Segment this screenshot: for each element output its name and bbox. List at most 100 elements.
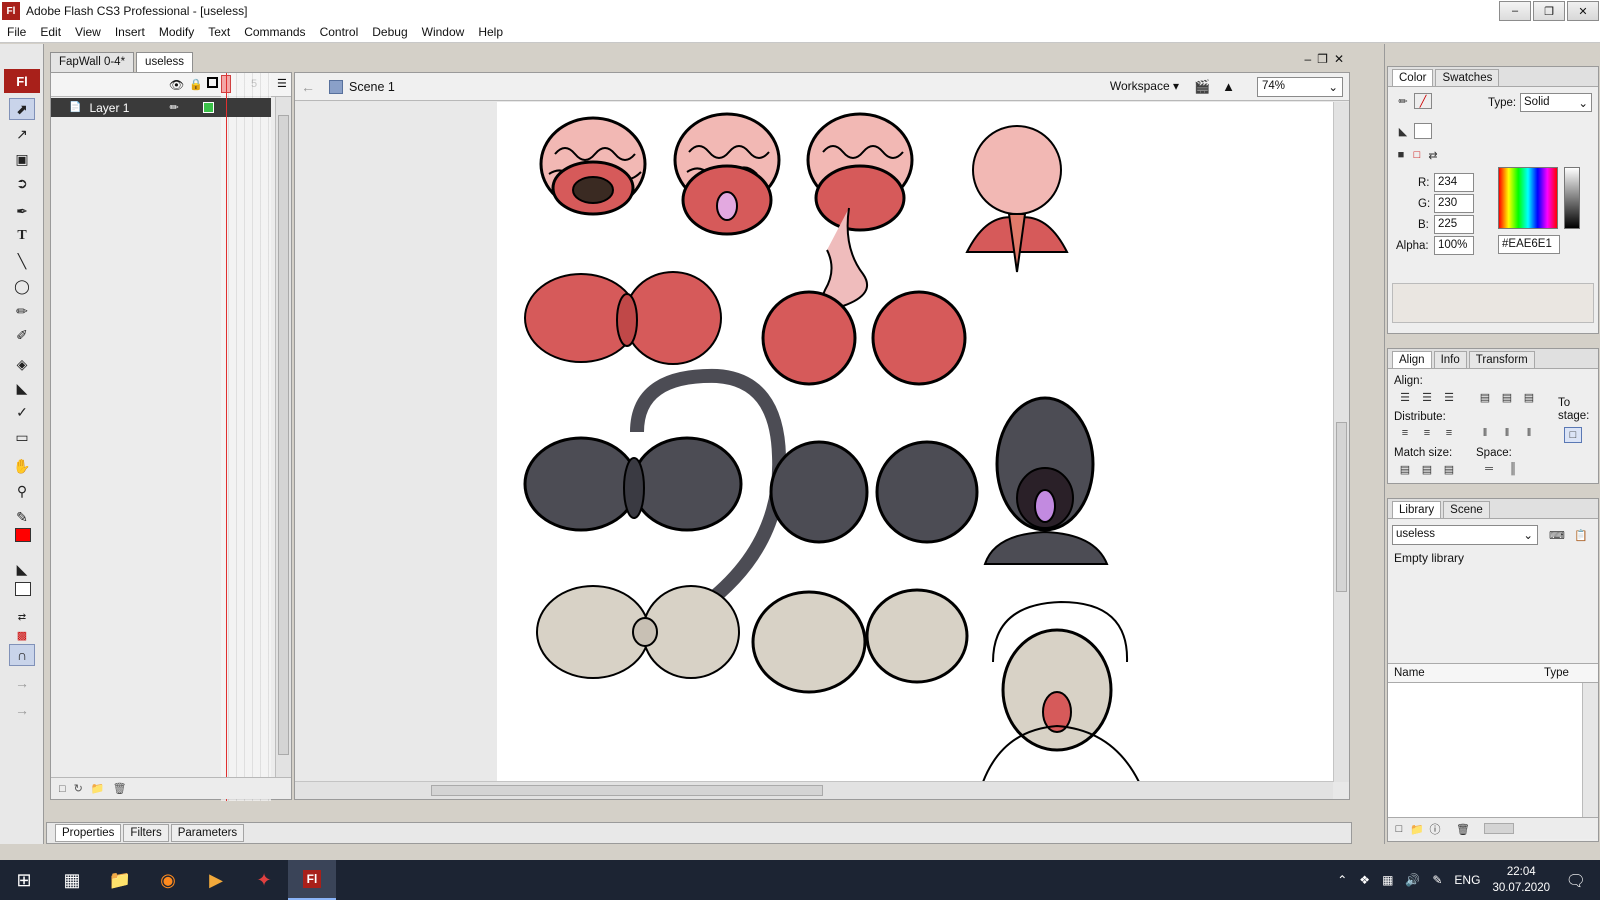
workspace-menu[interactable]: Workspace ▾: [1110, 79, 1179, 93]
menu-modify[interactable]: Modify: [152, 22, 201, 43]
space-vertical-icon[interactable]: ═: [1480, 461, 1498, 477]
windows-start-icon[interactable]: ⊞: [0, 860, 48, 900]
doc-close-icon[interactable]: ✕: [1334, 52, 1344, 66]
zoom-tool-icon[interactable]: ⚲: [9, 480, 35, 502]
timeline-menu-icon[interactable]: ☰: [277, 77, 287, 90]
file-explorer-icon[interactable]: 📁: [96, 860, 144, 900]
tab-align[interactable]: Align: [1392, 351, 1432, 368]
stage-vscroll-thumb[interactable]: [1336, 422, 1347, 592]
oval-tool-icon[interactable]: ◯: [9, 275, 35, 297]
edit-symbol-icon[interactable]: ▲: [1222, 79, 1235, 95]
fill-swatch-icon[interactable]: [1414, 123, 1432, 139]
distribute-center-icon[interactable]: ‖: [1498, 425, 1516, 441]
layer-name[interactable]: Layer 1: [89, 101, 129, 115]
new-folder-icon[interactable]: 📁: [1408, 821, 1426, 837]
distribute-middle-icon[interactable]: ≡: [1418, 425, 1436, 441]
menu-edit[interactable]: Edit: [33, 22, 68, 43]
distribute-bottom-icon[interactable]: ≡: [1440, 425, 1458, 441]
hex-input[interactable]: #EAE6E1: [1498, 235, 1560, 254]
menu-commands[interactable]: Commands: [237, 22, 312, 43]
flash-app-icon[interactable]: Fl: [288, 860, 336, 900]
pen-tool-icon[interactable]: ✒: [9, 200, 35, 222]
tab-properties[interactable]: Properties: [55, 824, 122, 842]
brightness-slider[interactable]: [1564, 167, 1580, 229]
tab-filters[interactable]: Filters: [123, 824, 169, 842]
timeline-scrollbar[interactable]: [275, 97, 291, 777]
delete-layer-icon[interactable]: 🗑: [113, 782, 127, 795]
media-player-icon[interactable]: ▶: [192, 860, 240, 900]
fill-color-swatch[interactable]: [15, 528, 31, 542]
fill-bucket-icon[interactable]: ◣: [1394, 123, 1412, 139]
add-motion-guide-icon[interactable]: ↻: [74, 782, 83, 795]
timeline-frames[interactable]: [221, 73, 271, 801]
new-symbol-icon[interactable]: □: [1390, 821, 1408, 837]
tab-transform[interactable]: Transform: [1468, 351, 1535, 368]
hand-tool-icon[interactable]: ✋: [9, 455, 35, 477]
column-type[interactable]: Type: [1544, 667, 1569, 679]
stage-horizontal-scrollbar[interactable]: [295, 781, 1333, 799]
delete-icon[interactable]: 🗑: [1454, 821, 1472, 837]
snap-magnet-icon[interactable]: ∩: [9, 644, 35, 666]
menu-insert[interactable]: Insert: [108, 22, 152, 43]
distribute-left-icon[interactable]: ‖: [1476, 425, 1494, 441]
align-bottom-icon[interactable]: ▤: [1520, 389, 1538, 405]
pin-library-icon[interactable]: ⌨: [1548, 527, 1566, 543]
clock[interactable]: 22:04 30.07.2020: [1492, 864, 1550, 896]
insert-layer-icon[interactable]: □: [59, 783, 66, 795]
doc-tab-fapwall[interactable]: FapWall 0-4*: [50, 52, 135, 72]
scene-label[interactable]: Scene 1: [349, 80, 395, 94]
new-library-icon[interactable]: 📋: [1572, 527, 1590, 543]
pencil-tool-icon[interactable]: ✏: [9, 300, 35, 322]
library-document-select[interactable]: useless ⌄: [1392, 525, 1538, 545]
space-horizontal-icon[interactable]: ║: [1504, 461, 1522, 477]
align-right-icon[interactable]: ☰: [1440, 389, 1458, 405]
lasso-tool-icon[interactable]: ➲: [9, 172, 35, 194]
insert-folder-icon[interactable]: 📁: [91, 782, 105, 795]
stage-hscroll-thumb[interactable]: [431, 785, 823, 796]
align-left-icon[interactable]: ☰: [1396, 389, 1414, 405]
doc-minimize-icon[interactable]: –: [1304, 52, 1311, 66]
text-tool-icon[interactable]: T: [9, 225, 35, 247]
swap-colors-icon[interactable]: ⇄: [1424, 147, 1442, 163]
match-width-icon[interactable]: ▤: [1396, 461, 1414, 477]
outline-icon[interactable]: [207, 77, 218, 88]
menu-text[interactable]: Text: [201, 22, 237, 43]
canvas[interactable]: [295, 102, 1333, 782]
eraser-tool-icon[interactable]: ▭: [9, 426, 35, 448]
bucket-color-icon[interactable]: ◣: [9, 558, 35, 580]
lock-icon[interactable]: 🔒: [189, 78, 203, 91]
smooth-icon[interactable]: →: [9, 672, 35, 694]
distribute-right-icon[interactable]: ‖: [1520, 425, 1538, 441]
subselection-tool-icon[interactable]: ↗: [9, 123, 35, 145]
menu-control[interactable]: Control: [313, 22, 366, 43]
library-scrollbar[interactable]: [1582, 683, 1598, 817]
firefox-icon[interactable]: ◉: [144, 860, 192, 900]
library-hscroll-thumb[interactable]: [1484, 823, 1514, 834]
notifications-icon[interactable]: 🗨: [1566, 871, 1586, 891]
zoom-select[interactable]: 74% ⌄: [1257, 77, 1343, 97]
volume-icon[interactable]: 🔊: [1405, 873, 1420, 887]
line-tool-icon[interactable]: ╲: [9, 250, 35, 272]
tab-scene[interactable]: Scene: [1443, 501, 1490, 518]
pen-icon[interactable]: ✎: [1432, 873, 1442, 887]
edit-scene-icon[interactable]: 🎬: [1194, 79, 1210, 95]
match-height-icon[interactable]: ▤: [1418, 461, 1436, 477]
column-name[interactable]: Name: [1394, 667, 1425, 679]
align-center-icon[interactable]: ☰: [1418, 389, 1436, 405]
align-top-icon[interactable]: ▤: [1476, 389, 1494, 405]
g-input[interactable]: 230: [1434, 194, 1474, 213]
library-list[interactable]: [1388, 683, 1582, 817]
tab-info[interactable]: Info: [1433, 351, 1467, 368]
stroke-pencil-icon[interactable]: ✏: [1394, 93, 1412, 109]
menu-view[interactable]: View: [68, 22, 108, 43]
tab-swatches[interactable]: Swatches: [1435, 69, 1500, 86]
to-stage-toggle[interactable]: □: [1564, 427, 1582, 443]
eye-icon[interactable]: 👁: [169, 78, 184, 92]
color-spectrum[interactable]: [1498, 167, 1558, 229]
tab-color[interactable]: Color: [1392, 69, 1434, 86]
game-app-icon[interactable]: ✦: [240, 860, 288, 900]
fill-swatch[interactable]: [15, 582, 31, 596]
layer-row[interactable]: 📄 Layer 1 ✏: [51, 98, 271, 117]
close-button[interactable]: ✕: [1567, 1, 1599, 21]
match-both-icon[interactable]: ▤: [1440, 461, 1458, 477]
